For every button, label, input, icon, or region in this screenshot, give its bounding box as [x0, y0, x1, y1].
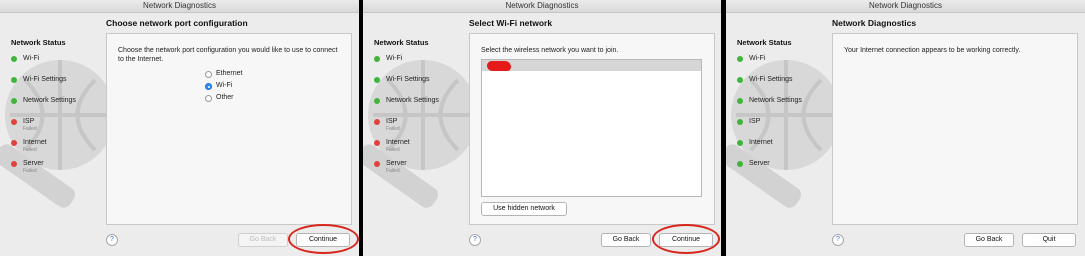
list-item-selected[interactable] — [482, 60, 701, 71]
status-ok-icon — [737, 161, 743, 167]
radio-label: Other — [216, 94, 234, 101]
status-ok-icon — [374, 98, 380, 104]
status-ok-icon — [737, 140, 743, 146]
step-sublabel: Failed — [23, 126, 37, 132]
step-label: Network Settings — [386, 97, 439, 104]
status-failed-icon — [374, 161, 380, 167]
step-sublabel: Failed — [386, 147, 400, 153]
radio-label: Wi-Fi — [216, 82, 233, 89]
status-ok-icon — [737, 98, 743, 104]
page-title: Choose network port configuration — [106, 18, 248, 28]
step-label: Wi-Fi Settings — [749, 76, 793, 83]
continue-button[interactable]: Continue — [296, 233, 350, 247]
radio-label: Ethernet — [216, 70, 243, 77]
help-button[interactable]: ? — [832, 234, 844, 246]
step-label: Internet — [749, 139, 773, 146]
redacted-network-name — [487, 61, 511, 71]
status-ok-icon — [374, 77, 380, 83]
step-label: Wi-Fi Settings — [23, 76, 67, 83]
go-back-button[interactable]: Go Back — [238, 233, 288, 247]
step-label: ISP — [23, 118, 35, 125]
network-status-title: Network Status — [374, 38, 429, 47]
help-button[interactable]: ? — [106, 234, 118, 246]
step-sublabel: Failed — [23, 147, 37, 153]
status-failed-icon — [11, 140, 17, 146]
port-config-prompt: Choose the network port configuration yo… — [118, 47, 338, 63]
use-hidden-network-button[interactable]: Use hidden network — [481, 202, 567, 216]
step-label: ISP — [749, 118, 761, 125]
step-label: Wi-Fi — [386, 55, 403, 62]
page-title: Network Diagnostics — [832, 18, 917, 28]
step-label: Server — [749, 160, 770, 167]
status-ok-icon — [737, 77, 743, 83]
network-diagnostics-window-result: Network Diagnostics Network Diagnostics … — [726, 0, 1085, 256]
status-failed-icon — [374, 119, 380, 125]
status-ok-icon — [374, 56, 380, 62]
step-sublabel: Failed — [386, 168, 400, 174]
step-label: Network Settings — [749, 97, 802, 104]
radio-button[interactable] — [205, 95, 212, 102]
step-label: ISP — [386, 118, 398, 125]
step-sublabel: Failed — [23, 168, 37, 174]
status-ok-icon — [737, 56, 743, 62]
status-failed-icon — [11, 119, 17, 125]
step-label: Network Settings — [23, 97, 76, 104]
status-ok-icon — [737, 119, 743, 125]
step-label: Wi-Fi — [23, 55, 40, 62]
network-diagnostics-window-port-config: Network Diagnostics Choose network port … — [0, 0, 359, 256]
status-failed-icon — [11, 161, 17, 167]
step-label: Wi-Fi Settings — [386, 76, 430, 83]
window-title: Network Diagnostics — [0, 0, 359, 13]
go-back-button[interactable]: Go Back — [964, 233, 1014, 247]
content-panel: Select the wireless network you want to … — [469, 33, 715, 225]
step-label: Server — [23, 160, 44, 167]
step-label: Wi-Fi — [749, 55, 766, 62]
status-ok-icon — [11, 56, 17, 62]
radio-button-selected[interactable] — [205, 83, 212, 90]
continue-button[interactable]: Continue — [659, 233, 713, 247]
network-status-title: Network Status — [737, 38, 792, 47]
wifi-network-list[interactable] — [481, 59, 702, 197]
step-sublabel: Failed — [386, 126, 400, 132]
result-message: Your Internet connection appears to be w… — [844, 47, 1021, 54]
page-title: Select Wi-Fi network — [469, 18, 553, 28]
window-title: Network Diagnostics — [363, 0, 721, 13]
step-label: Server — [386, 160, 407, 167]
network-status-title: Network Status — [11, 38, 66, 47]
help-button[interactable]: ? — [469, 234, 481, 246]
step-label: Internet — [23, 139, 47, 146]
step-label: Internet — [386, 139, 410, 146]
window-title: Network Diagnostics — [726, 0, 1085, 13]
wifi-select-prompt: Select the wireless network you want to … — [481, 47, 619, 54]
status-ok-icon — [11, 77, 17, 83]
status-failed-icon — [374, 140, 380, 146]
content-panel: Your Internet connection appears to be w… — [832, 33, 1078, 225]
status-ok-icon — [11, 98, 17, 104]
content-panel: Choose the network port configuration yo… — [106, 33, 352, 225]
quit-button[interactable]: Quit — [1022, 233, 1076, 247]
go-back-button[interactable]: Go Back — [601, 233, 651, 247]
radio-button[interactable] — [205, 71, 212, 78]
network-diagnostics-window-wifi-select: Network Diagnostics Select Wi-Fi network… — [363, 0, 721, 256]
